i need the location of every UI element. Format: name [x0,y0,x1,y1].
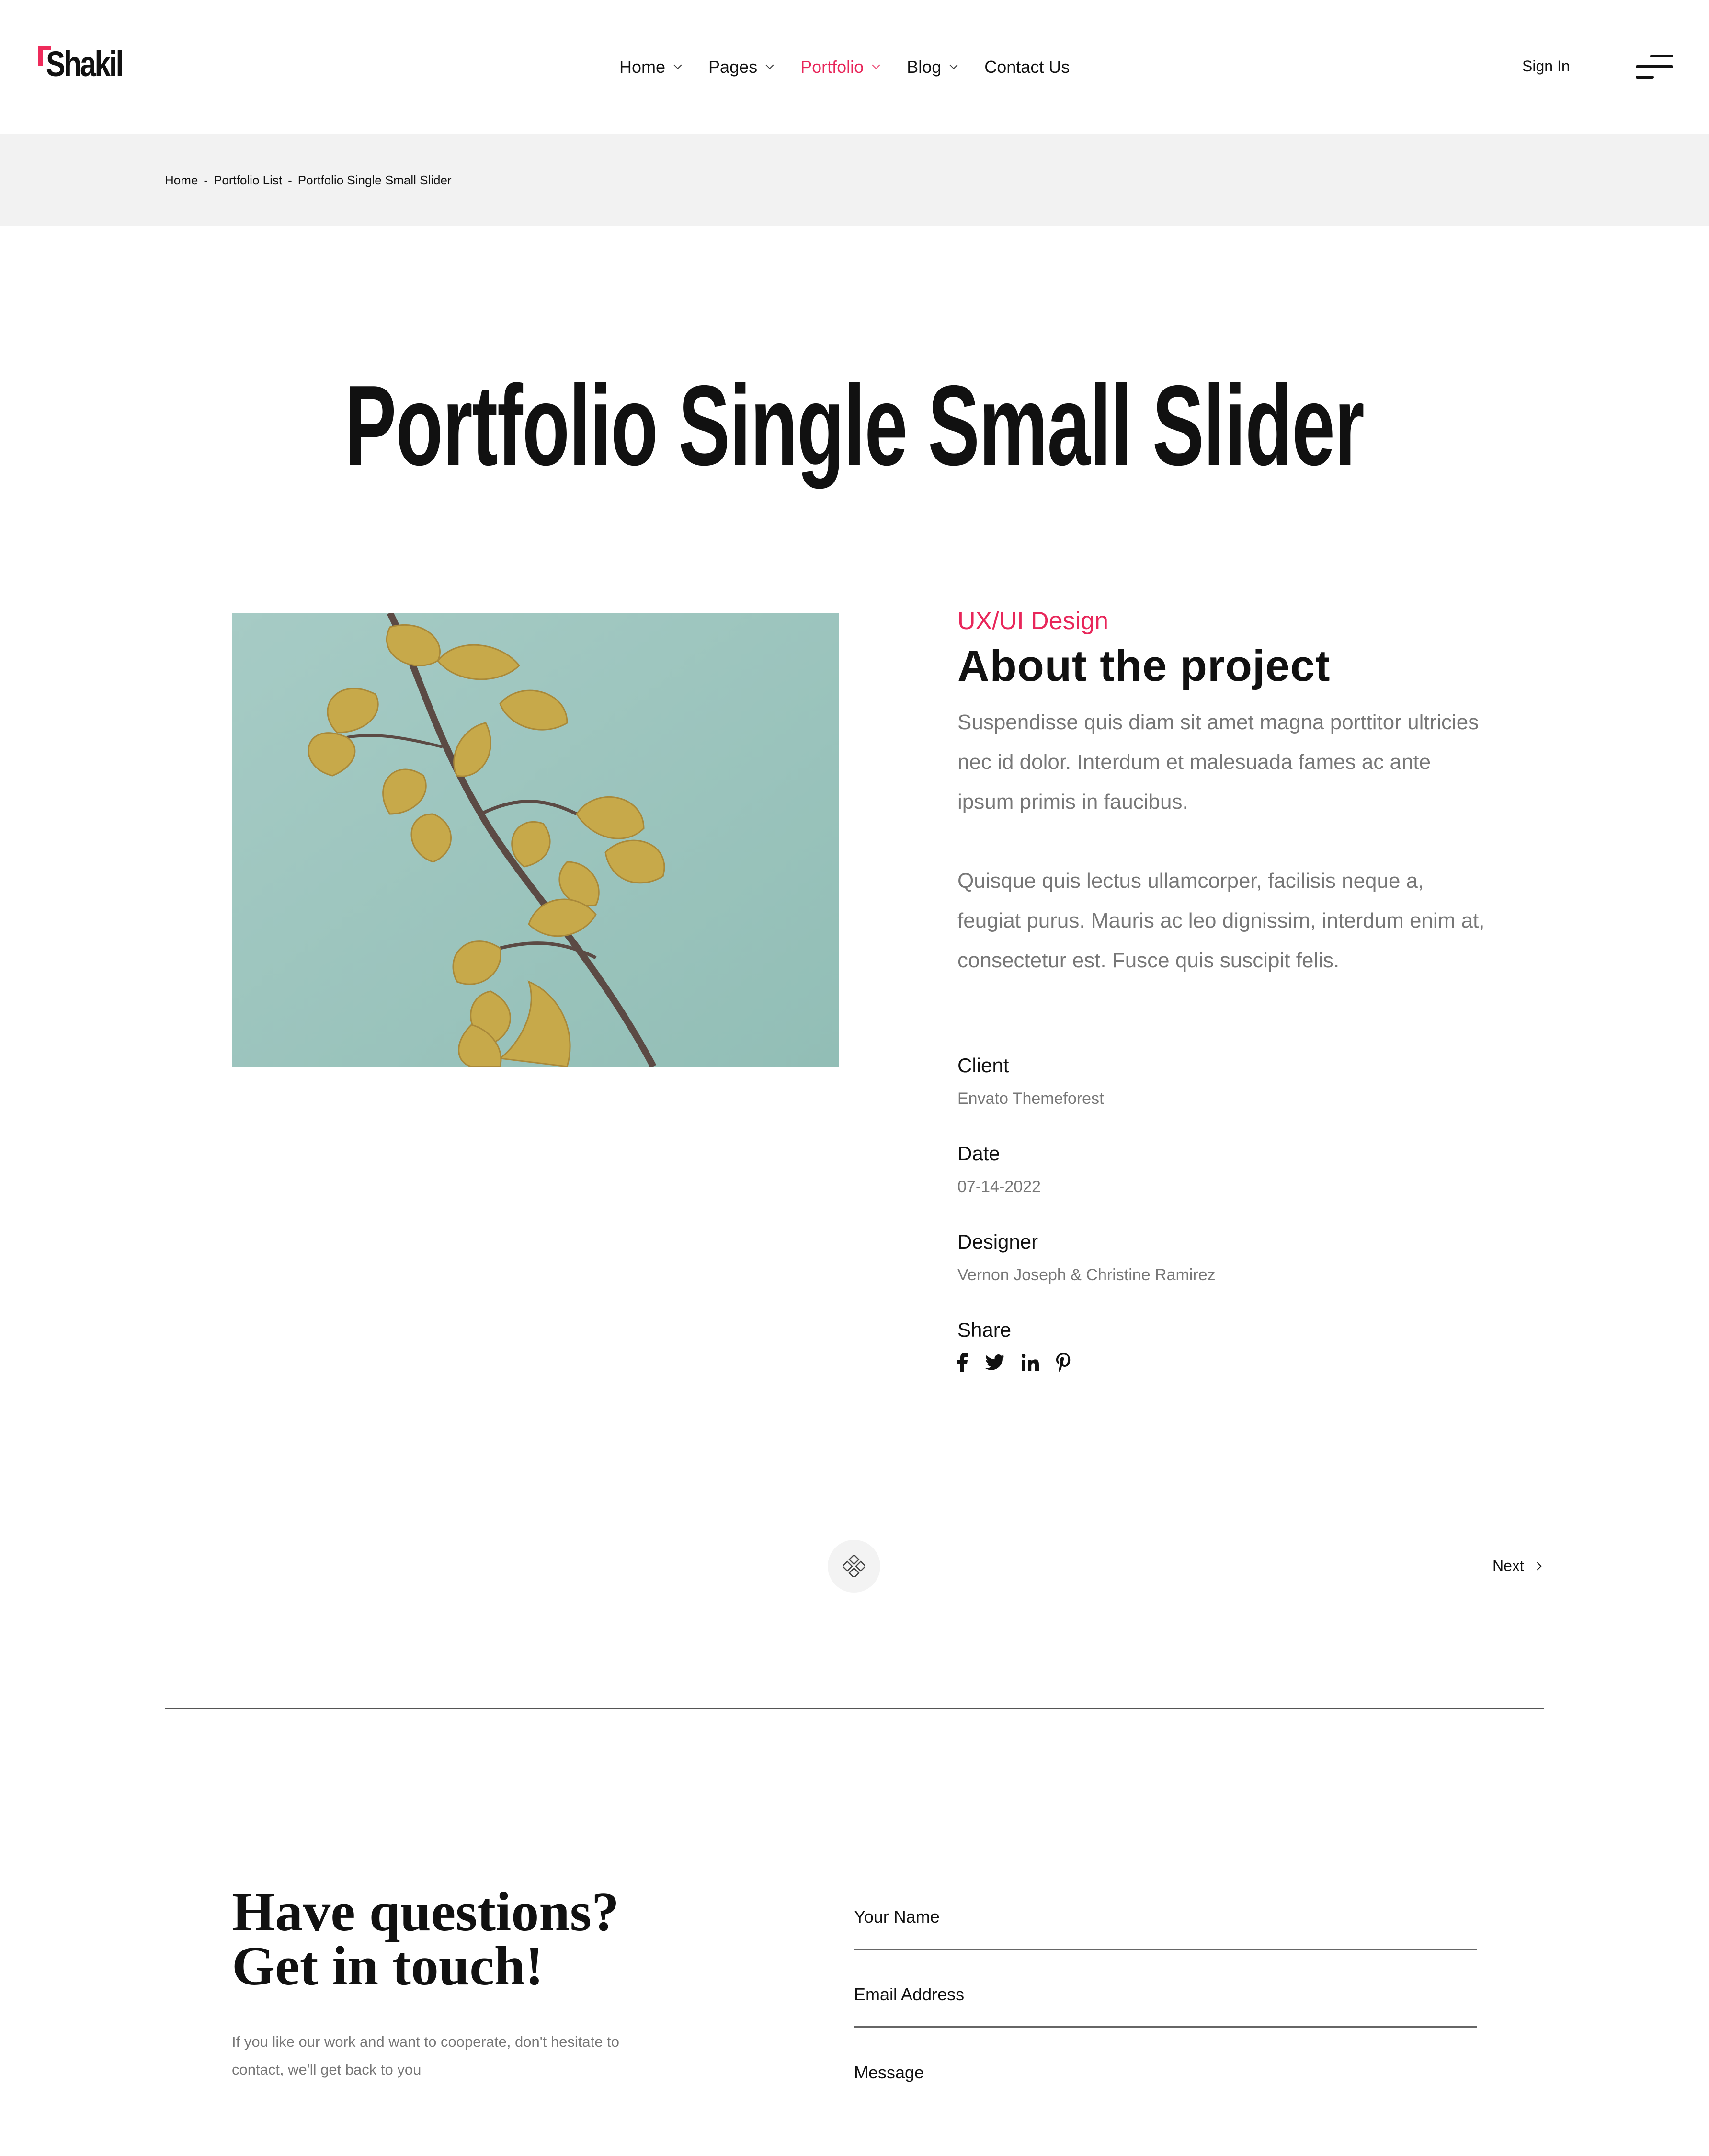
message-field[interactable]: Message [854,2048,1477,2106]
project-heading: About the project [957,642,1331,691]
meta-label: Client [957,1054,1009,1077]
meta-label: Date [957,1142,1000,1165]
email-field[interactable]: Email Address [854,1970,1477,2028]
meta-designer: Designer Vernon Joseph & Christine Ramir… [957,1230,1216,1284]
project-category: UX/UI Design [957,607,1108,635]
hamburger-menu-icon[interactable] [1636,54,1673,80]
message-input[interactable] [854,2048,1477,2104]
nav-item-pages[interactable]: Pages [708,57,774,77]
chevron-down-icon [765,61,774,69]
nav-item-blog[interactable]: Blog [907,57,958,77]
facebook-icon[interactable] [957,1353,968,1372]
page-title-text: Portfolio Single Small Slider [345,362,1365,489]
share-label: Share [957,1319,1012,1341]
contact-heading-line1: Have questions? [232,1881,619,1943]
meta-label: Designer [957,1230,1038,1253]
logo-text: Shakil [46,44,124,84]
breadcrumb-current: Portfolio Single Small Slider [297,173,452,187]
site-header: Shakil Home Pages Portfolio Blog Contact… [0,0,1709,134]
portfolio-grid-button[interactable] [828,1540,880,1593]
breadcrumb: Home - Portfolio List - Portfolio Single… [165,173,452,188]
breadcrumb-separator: - [204,173,208,187]
contact-description: If you like our work and want to coopera… [232,2033,619,2078]
share-icons [957,1353,1088,1372]
project-details: UX/UI Design About the project Suspendis… [957,606,1489,1372]
contact-heading-line2: Get in touch! [232,1936,544,1997]
pinterest-icon[interactable] [1056,1353,1071,1372]
breadcrumb-home[interactable]: Home [165,173,198,188]
email-input[interactable] [854,1970,1477,2026]
nav-item-label: Portfolio [800,57,864,77]
nav-item-label: Home [619,57,666,77]
chevron-down-icon [673,61,682,69]
meta-value: 07-14-2022 [957,1178,1041,1196]
chevron-down-icon [949,61,958,69]
nav-item-label: Pages [708,57,758,77]
name-input[interactable] [854,1892,1477,1949]
meta-client: Client Envato Themeforest [957,1054,1104,1108]
next-project-link[interactable]: Next [1493,1557,1542,1575]
site-logo[interactable]: Shakil [38,46,134,91]
nav-item-contact[interactable]: Contact Us [984,57,1070,77]
project-paragraph: Suspendisse quis diam sit amet magna por… [957,710,1479,814]
share-block: Share [957,1319,1088,1372]
contact-heading: Have questions? Get in touch! [232,1884,619,1997]
name-field[interactable]: Your Name [854,1892,1477,1950]
grid-icon [843,1555,865,1577]
main-nav: Home Pages Portfolio Blog Contact Us [619,54,1070,80]
nav-item-home[interactable]: Home [619,57,682,77]
nav-item-portfolio[interactable]: Portfolio [800,57,880,77]
meta-value: Envato Themeforest [957,1089,1104,1108]
twitter-icon[interactable] [985,1354,1004,1371]
project-image [232,613,839,1067]
breadcrumb-separator: - [288,173,292,187]
chevron-right-icon [1533,1562,1542,1570]
breadcrumb-portfolio-list[interactable]: Portfolio List [214,173,282,188]
page-title: Portfolio Single Small Slider [0,369,1709,483]
nav-item-label: Blog [907,57,942,77]
linkedin-icon[interactable] [1022,1354,1039,1371]
sign-in-link[interactable]: Sign In [1522,57,1570,75]
meta-value: Vernon Joseph & Christine Ramirez [957,1266,1216,1284]
section-divider [165,1708,1544,1709]
chevron-down-icon [872,61,880,69]
nav-item-label: Contact Us [984,57,1070,77]
breadcrumb-bar: Home - Portfolio List - Portfolio Single… [0,134,1709,226]
project-paragraph: Quisque quis lectus ullamcorper, facilis… [957,869,1485,972]
next-label: Next [1493,1557,1524,1574]
meta-date: Date 07-14-2022 [957,1142,1041,1196]
